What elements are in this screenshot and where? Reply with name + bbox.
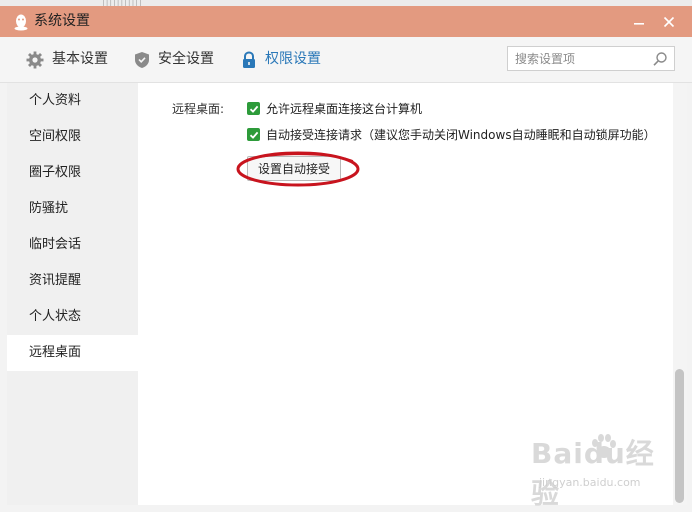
sidebar-item-remote-desktop[interactable]: 远程桌面 [7,335,138,371]
tab-security-settings[interactable]: 安全设置 [134,37,214,82]
sidebar-item-circle-permissions[interactable]: 圈子权限 [7,155,138,191]
allow-remote-desktop-option[interactable]: 允许远程桌面连接这台计算机 [247,100,422,117]
minimize-icon [634,23,644,25]
settings-sidebar: 个人资料 空间权限 圈子权限 防骚扰 临时会话 资讯提醒 个人状态 远程桌面 [7,83,138,505]
allow-remote-desktop-text: 允许远程桌面连接这台计算机 [266,102,423,116]
search-icon[interactable] [652,51,668,67]
tab-permission-settings[interactable]: 权限设置 [241,37,321,82]
sidebar-item-news-reminder[interactable]: 资讯提醒 [7,263,138,299]
checkmark-icon [249,105,258,113]
tab-basic-settings[interactable]: 基本设置 [26,37,108,82]
shield-icon [135,51,149,68]
search-input[interactable] [508,47,655,70]
auto-accept-text: 自动接受连接请求（建议您手动关闭Windows自动睡眠和自动锁屏功能） [266,128,656,142]
scrollbar-thumb[interactable] [675,369,684,503]
auto-accept-option[interactable]: 自动接受连接请求（建议您手动关闭Windows自动睡眠和自动锁屏功能） [247,126,656,143]
allow-remote-desktop-checkbox[interactable] [247,102,260,115]
settings-window: ||||||||||| 系统设置 基本设置 安全设置 权限设置 搜索设置项 个人… [0,0,692,512]
lock-icon [243,50,255,68]
sidebar-item-anti-harassment[interactable]: 防骚扰 [7,191,138,227]
settings-search-box [507,46,675,71]
sidebar-item-space-permissions[interactable]: 空间权限 [7,119,138,155]
settings-toolbar: 基本设置 安全设置 权限设置 [0,37,692,83]
sidebar-item-personal-status[interactable]: 个人状态 [7,299,138,335]
minimize-button[interactable] [628,11,650,33]
vertical-scrollbar[interactable] [673,83,687,505]
remote-desktop-panel: 远程桌面: 允许远程桌面连接这台计算机 自动接受连接请求（建议您手动关闭Wind… [138,83,673,505]
tab-label: 安全设置 [158,51,214,67]
set-auto-accept-button[interactable]: 设置自动接受 [247,156,341,181]
qq-logo-icon [14,14,28,31]
close-button[interactable] [658,11,680,33]
sidebar-item-temporary-session[interactable]: 临时会话 [7,227,138,263]
checkmark-icon [249,131,258,139]
sidebar-item-profile[interactable]: 个人资料 [7,83,138,119]
remote-desktop-label: 远程桌面: [172,102,225,116]
window-title: 系统设置 [34,13,90,29]
auto-accept-checkbox[interactable] [247,128,260,141]
tab-label: 权限设置 [265,51,321,67]
title-bar: 系统设置 [0,6,692,37]
tab-label: 基本设置 [52,51,108,67]
close-icon [663,16,675,28]
gear-icon [26,51,44,68]
